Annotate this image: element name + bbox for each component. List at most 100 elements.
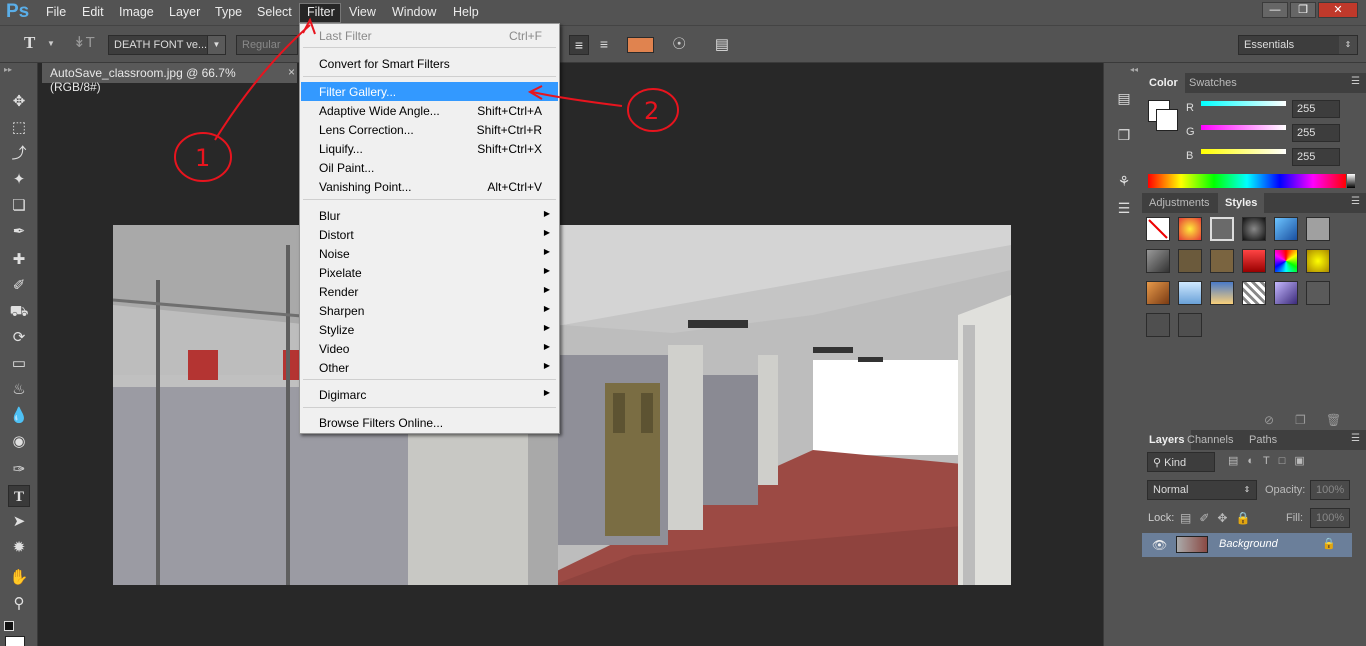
tab-swatches[interactable]: Swatches	[1182, 73, 1244, 93]
menu-item-lens-correction[interactable]: Lens Correction... Shift+Ctrl+R	[301, 120, 558, 139]
new-style-icon[interactable]: ❐	[1295, 413, 1306, 427]
toggle-text-orientation-icon[interactable]: ↡T	[73, 33, 95, 51]
magic-wand-icon[interactable]: ✦	[8, 169, 30, 191]
warp-text-icon[interactable]: ☉	[672, 34, 686, 54]
menu-view[interactable]: View	[349, 5, 376, 19]
slider-g[interactable]	[1201, 125, 1286, 130]
tab-color[interactable]: Color	[1142, 73, 1185, 93]
font-style-select[interactable]: Regular	[236, 35, 298, 55]
eye-icon[interactable]: 👁	[1152, 538, 1167, 552]
restore-icon[interactable]: ❐	[1290, 2, 1316, 18]
fill-field[interactable]: 100%	[1310, 508, 1350, 528]
minimize-icon[interactable]: —	[1262, 2, 1288, 18]
delete-style-icon[interactable]: 🗑	[1326, 413, 1341, 427]
panel-menu-icon[interactable]: ☰	[1351, 196, 1360, 207]
style-swatch[interactable]	[1178, 313, 1202, 337]
style-swatch[interactable]	[1306, 217, 1330, 241]
chevron-down-icon[interactable]: ▼	[47, 39, 55, 48]
document-tab[interactable]: AutoSave_classroom.jpg @ 66.7% (RGB/8#) …	[42, 63, 297, 94]
style-swatch[interactable]	[1274, 217, 1298, 241]
style-swatch[interactable]	[1146, 249, 1170, 273]
menu-item-adaptive-wide-angle[interactable]: Adaptive Wide Angle... Shift+Ctrl+A	[301, 101, 558, 120]
collapse-dock-icon[interactable]: ◂◂	[1130, 65, 1138, 74]
close-window-icon[interactable]: ✕	[1318, 2, 1358, 18]
style-swatch[interactable]	[1146, 313, 1170, 337]
style-swatch[interactable]	[1274, 249, 1298, 273]
clone-stamp-icon[interactable]: ⛟	[8, 301, 30, 323]
style-swatch[interactable]	[1178, 217, 1202, 241]
style-swatch[interactable]	[1210, 249, 1234, 273]
brush-tool-icon[interactable]: ✐	[8, 275, 30, 297]
paint-bucket-icon[interactable]: ♨	[8, 379, 30, 401]
collapse-tools-icon[interactable]: ▸▸	[4, 65, 12, 74]
menu-item-digimarc[interactable]: Digimarc ▶	[301, 385, 558, 404]
tab-paths[interactable]: Paths	[1242, 430, 1284, 450]
tool-presets-icon[interactable]: ⚘	[1114, 171, 1134, 191]
menu-window[interactable]: Window	[392, 5, 436, 19]
blend-mode-select[interactable]: Normal ⇕	[1147, 480, 1257, 500]
style-swatch[interactable]	[1146, 281, 1170, 305]
3d-icon[interactable]: ❒	[1114, 125, 1134, 145]
menu-item-render[interactable]: Render ▶	[301, 282, 558, 301]
foreground-color-swatch[interactable]	[5, 636, 25, 646]
menu-item-other[interactable]: Other ▶	[301, 358, 558, 377]
style-swatch[interactable]	[1306, 249, 1330, 273]
menu-item-sharpen[interactable]: Sharpen ▶	[301, 301, 558, 320]
color-spectrum-bar[interactable]	[1148, 174, 1346, 188]
layer-name[interactable]: Background	[1219, 538, 1278, 550]
path-selection-icon[interactable]: ➤	[8, 511, 30, 533]
history-icon[interactable]: ▤	[1114, 88, 1134, 108]
blur-tool-icon[interactable]: 💧	[8, 405, 30, 427]
menu-item-browse-filters-online[interactable]: Browse Filters Online...	[301, 413, 558, 432]
menu-layer[interactable]: Layer	[169, 5, 200, 19]
font-family-select[interactable]: DEATH FONT ve... ▼	[108, 35, 226, 55]
pen-tool-icon[interactable]: ✑	[8, 459, 30, 481]
menu-item-oil-paint[interactable]: Oil Paint...	[301, 158, 558, 177]
dodge-tool-icon[interactable]: ◉	[8, 431, 30, 453]
panel-menu-icon[interactable]: ☰	[1351, 76, 1360, 87]
panel-menu-icon[interactable]: ☰	[1351, 433, 1360, 444]
layer-filter-icons[interactable]: ▤◐T□▣	[1228, 454, 1314, 467]
default-colors-icon[interactable]	[4, 621, 14, 631]
hand-tool-icon[interactable]: ✋	[8, 567, 30, 589]
layer-filter-kind-select[interactable]: ⚲ Kind	[1147, 452, 1215, 472]
close-icon[interactable]: ×	[288, 65, 295, 79]
menu-select[interactable]: Select	[257, 5, 292, 19]
style-none[interactable]	[1146, 217, 1170, 241]
menu-item-filter-gallery[interactable]: Filter Gallery...	[301, 82, 558, 101]
menu-type[interactable]: Type	[215, 5, 242, 19]
menu-item-vanishing-point[interactable]: Vanishing Point... Alt+Ctrl+V	[301, 177, 558, 196]
clear-style-icon[interactable]: ⊘	[1264, 413, 1274, 427]
move-tool-icon[interactable]: ✥	[8, 91, 30, 113]
menu-item-convert-smart-filters[interactable]: Convert for Smart Filters	[301, 54, 558, 73]
menu-item-last-filter[interactable]: Last Filter Ctrl+F	[301, 26, 558, 45]
menu-item-liquify[interactable]: Liquify... Shift+Ctrl+X	[301, 139, 558, 158]
text-color-swatch[interactable]	[627, 37, 654, 53]
layer-row-background[interactable]: 👁 Background 🔒	[1142, 533, 1352, 557]
menu-help[interactable]: Help	[453, 5, 479, 19]
eyedropper-icon[interactable]: ✒	[8, 221, 30, 243]
menu-file[interactable]: File	[46, 5, 66, 19]
history-brush-icon[interactable]: ⟳	[8, 327, 30, 349]
style-swatch[interactable]	[1242, 281, 1266, 305]
slider-b-value[interactable]: 255	[1292, 148, 1340, 166]
tab-styles[interactable]: Styles	[1218, 193, 1265, 213]
healing-brush-icon[interactable]: ✚	[8, 249, 30, 271]
style-swatch[interactable]	[1178, 281, 1202, 305]
tab-channels[interactable]: Channels	[1180, 430, 1240, 450]
align-right-icon[interactable]: ≡	[594, 35, 614, 55]
background-color-swatch[interactable]	[1156, 109, 1178, 131]
menu-edit[interactable]: Edit	[82, 5, 104, 19]
style-swatch[interactable]	[1178, 249, 1202, 273]
style-swatch[interactable]	[1242, 249, 1266, 273]
style-swatch[interactable]	[1306, 281, 1330, 305]
menu-item-blur[interactable]: Blur ▶	[301, 206, 558, 225]
lock-icons[interactable]: ▤✐✥🔒	[1180, 511, 1258, 525]
menu-item-stylize[interactable]: Stylize ▶	[301, 320, 558, 339]
custom-shape-icon[interactable]: ✹	[8, 537, 30, 559]
tab-adjustments[interactable]: Adjustments	[1142, 193, 1217, 213]
menu-item-noise[interactable]: Noise ▶	[301, 244, 558, 263]
zoom-tool-icon[interactable]: ⚲	[8, 593, 30, 615]
lasso-tool-icon[interactable]: ⤴	[8, 143, 30, 165]
slider-g-value[interactable]: 255	[1292, 124, 1340, 142]
